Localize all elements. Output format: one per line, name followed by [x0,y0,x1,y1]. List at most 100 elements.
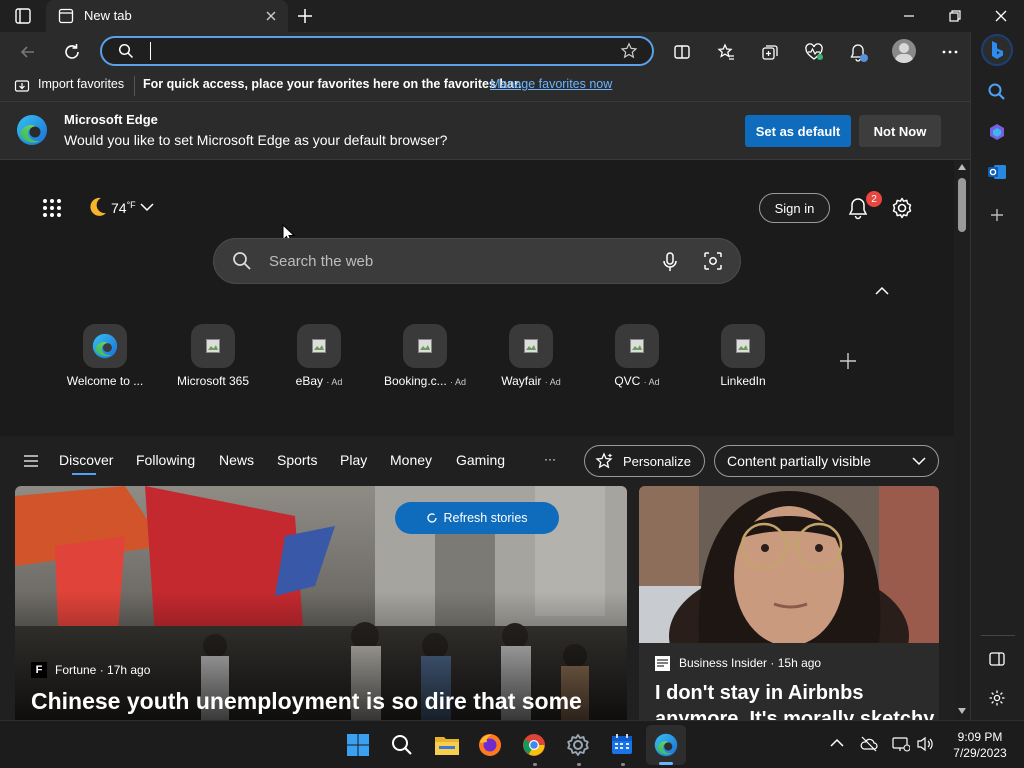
web-search-box[interactable]: Search the web [213,238,741,284]
tab-discover[interactable]: Discover [59,452,113,468]
sidebar-shopping-icon[interactable] [987,122,1007,142]
story-1-headline[interactable]: Chinese youth unemployment is so dire th… [31,688,582,715]
tab-title: New tab [84,8,132,23]
broken-image-icon [721,324,765,368]
quick-link-qvc[interactable]: QVC · Ad [592,324,682,388]
scroll-thumb[interactable] [958,178,966,232]
tab-news[interactable]: News [219,452,254,468]
favbar-divider [134,76,135,96]
profile-avatar[interactable] [892,39,916,63]
quick-link-wayfair[interactable]: Wayfair · Ad [486,324,576,388]
personalize-button[interactable]: Personalize [584,445,705,477]
scroll-up-icon[interactable] [958,164,966,170]
chevron-down-icon [912,456,926,466]
fortune-logo: F [31,662,47,678]
sidebar-outlook-icon[interactable] [987,162,1007,182]
close-tab-icon[interactable] [264,9,278,23]
clock-date: 7/29/2023 [953,746,1007,760]
refresh-button[interactable] [62,42,82,62]
weather-temp: 74 [111,200,127,216]
collections-icon[interactable] [760,42,780,62]
quick-link-label: Booking.c... · Ad [383,374,467,388]
sidebar-settings-icon[interactable] [988,689,1006,707]
sidebar-add-icon[interactable] [989,207,1005,223]
page-settings-icon[interactable] [890,196,914,220]
sign-in-button[interactable]: Sign in [759,193,830,223]
quick-link-label: LinkedIn [720,374,766,388]
close-window-button[interactable] [994,9,1008,23]
story-card-1[interactable]: Refresh stories F Fortune · 17h ago Chin… [15,486,627,720]
favorites-icon[interactable] [716,42,736,62]
quick-link-ebay[interactable]: eBay · Ad [274,324,364,388]
quick-link-label: Microsoft 365 [176,374,250,388]
windows-start-icon[interactable] [346,733,370,757]
sidebar-search-icon[interactable] [987,82,1007,102]
volume-icon[interactable] [916,736,934,752]
firefox-icon[interactable] [478,733,502,757]
quick-link-microsoft-365[interactable]: Microsoft 365 [168,324,258,388]
taskbar-search-icon[interactable] [390,733,414,757]
restore-button[interactable] [948,9,962,23]
quick-link-linkedin[interactable]: LinkedIn [698,324,788,388]
quick-link-booking[interactable]: Booking.c... · Ad [380,324,470,388]
quick-link-label: Wayfair · Ad [501,374,561,388]
scroll-down-icon[interactable] [958,708,966,714]
notification-badge: 2 [866,191,882,207]
sidebar-divider [981,635,1015,636]
browser-essentials-icon[interactable] [804,42,824,62]
tab-sports[interactable]: Sports [277,452,317,468]
hide-sidebar-icon[interactable] [988,650,1006,668]
set-as-default-button[interactable]: Set as default [745,115,851,147]
tab-following[interactable]: Following [136,452,195,468]
weather-widget[interactable]: 74°F [111,200,136,216]
show-hidden-icons-chevron[interactable] [830,738,844,748]
not-now-button[interactable]: Not Now [859,115,941,147]
collapse-chevron-up-icon[interactable] [875,286,889,296]
edge-taskbar-button[interactable] [646,725,686,765]
story-card-2[interactable]: Business Insider · 15h ago I don't stay … [639,486,939,720]
import-favorites-button[interactable]: Import favorites [38,77,124,91]
page-scrollbar[interactable] [954,160,970,720]
more-tabs-button[interactable]: ··· [544,452,556,466]
split-screen-icon[interactable] [672,42,692,62]
tab-actions-icon[interactable] [14,7,32,25]
notifications-icon[interactable] [848,42,870,64]
settings-app-icon[interactable] [566,733,590,757]
tab-play[interactable]: Play [340,452,367,468]
network-icon[interactable] [892,736,910,752]
address-bar[interactable] [100,36,654,66]
bing-copilot-icon[interactable] [981,34,1013,66]
new-tab-page-icon [58,8,74,24]
tab-money[interactable]: Money [390,452,432,468]
chevron-down-icon[interactable] [140,202,154,212]
onedrive-offline-icon[interactable] [860,736,878,752]
active-app-indicator [659,762,673,765]
file-explorer-icon[interactable] [434,734,460,756]
chrome-icon[interactable] [522,733,546,757]
content-visibility-dropdown[interactable]: Content partially visible [714,445,939,477]
broken-image-icon [403,324,447,368]
manage-favorites-link[interactable]: Manage favorites now [490,77,612,91]
clock[interactable]: 9:09 PM 7/29/2023 [945,729,1015,761]
calendar-app-icon[interactable] [610,732,634,756]
favorites-bar-message: For quick access, place your favorites h… [143,77,522,91]
quick-link-welcome[interactable]: Welcome to ... [60,324,150,388]
apps-launcher-icon[interactable] [42,198,62,218]
broken-image-icon [615,324,659,368]
default-browser-banner: Microsoft Edge Would you like to set Mic… [0,102,970,160]
back-button[interactable] [18,42,38,62]
more-options-icon[interactable] [940,42,960,62]
tab-gaming[interactable]: Gaming [456,452,505,468]
import-favorites-icon [14,78,30,94]
favorite-star-icon[interactable] [620,42,638,60]
new-tab-button[interactable] [296,7,314,25]
minimize-button[interactable] [902,9,916,23]
feed-menu-icon[interactable] [24,455,38,467]
text-cursor [150,42,151,60]
microphone-icon[interactable] [660,251,680,273]
story-2-headline[interactable]: I don't stay in Airbnbs anymore. It's mo… [655,680,935,720]
refresh-stories-button[interactable]: Refresh stories [395,502,559,534]
tab-new-tab[interactable] [46,0,288,32]
add-quick-link-icon[interactable] [838,351,858,371]
visual-search-icon[interactable] [703,251,723,271]
